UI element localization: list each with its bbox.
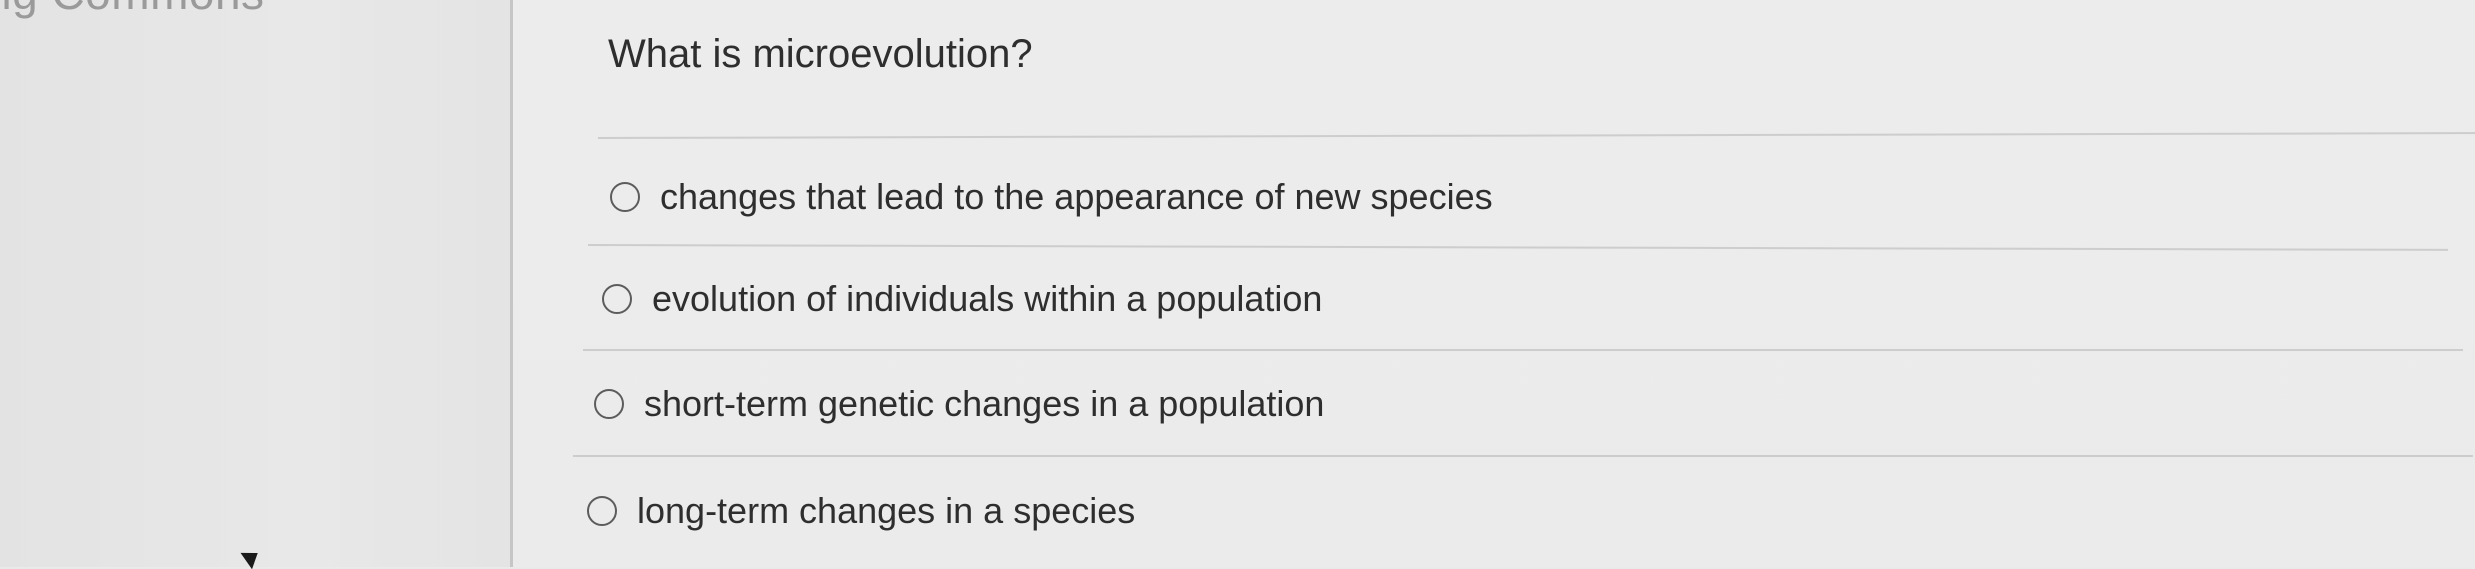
left-panel-faded-text: ng Commons [0, 0, 265, 20]
answer-option-3[interactable]: short-term genetic changes in a populati… [594, 383, 1324, 425]
divider-line [587, 244, 2448, 251]
answer-option-label: long-term changes in a species [637, 490, 1136, 531]
left-panel: ng Commons [0, 0, 510, 567]
quiz-question-area: What is microevolution? changes that lea… [513, 0, 2475, 567]
answer-option-label: short-term genetic changes in a populati… [644, 383, 1325, 424]
radio-button[interactable] [602, 284, 632, 314]
answer-option-4[interactable]: long-term changes in a species [587, 490, 1135, 532]
divider-line [583, 349, 2463, 351]
divider-line [573, 455, 2473, 457]
radio-button[interactable] [587, 496, 617, 526]
answer-option-label: evolution of individuals within a popula… [652, 278, 1323, 319]
answer-option-2[interactable]: evolution of individuals within a popula… [602, 278, 1322, 320]
divider-line [597, 131, 2475, 139]
radio-button[interactable] [610, 182, 640, 212]
answer-option-label: changes that lead to the appearance of n… [660, 176, 1493, 217]
radio-button[interactable] [594, 389, 624, 419]
question-prompt: What is microevolution? [608, 32, 1033, 76]
answer-option-1[interactable]: changes that lead to the appearance of n… [610, 176, 1493, 218]
